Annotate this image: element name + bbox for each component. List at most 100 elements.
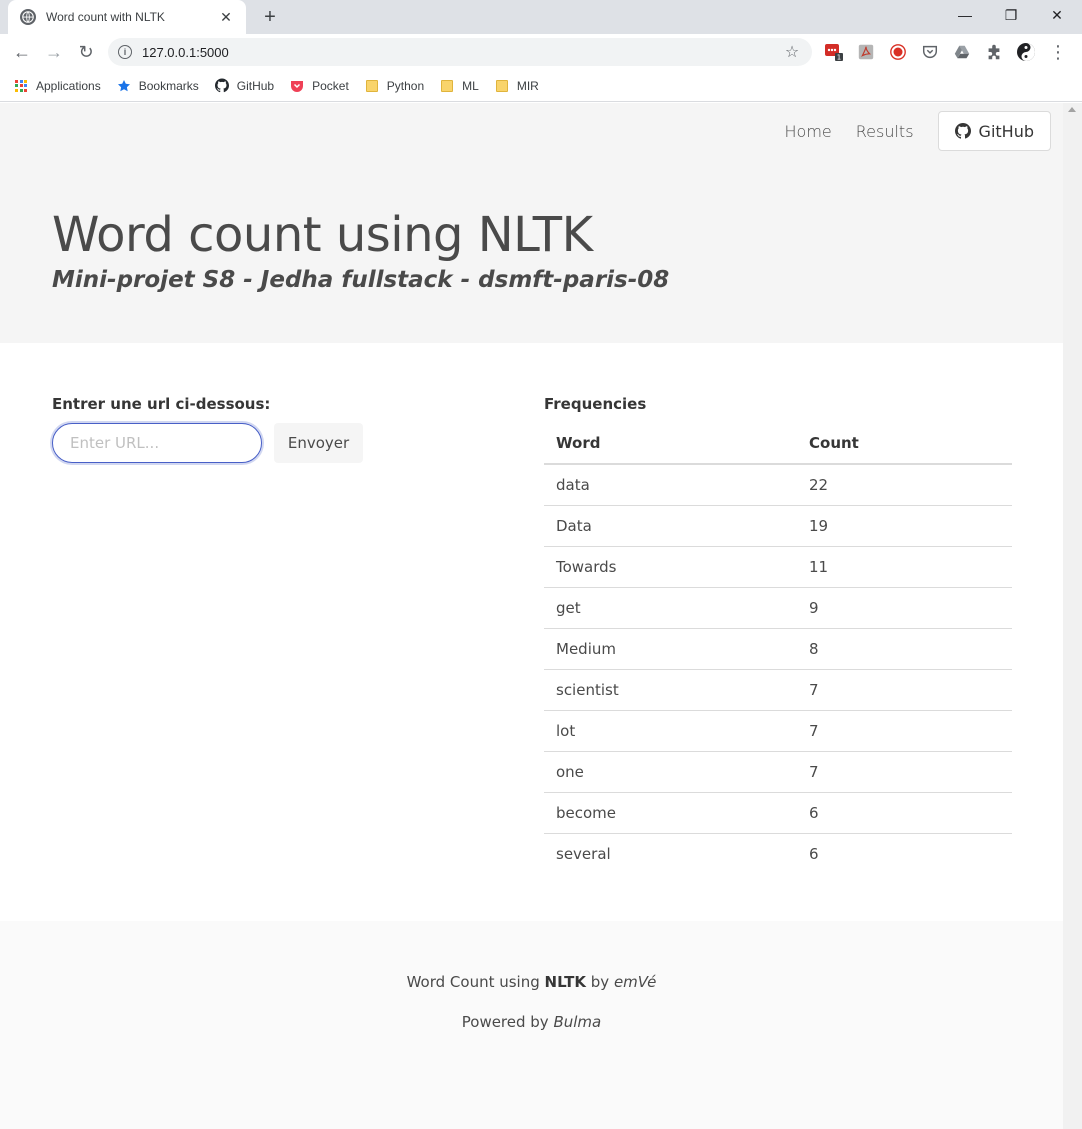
table-row: Medium 8 [544, 628, 1012, 670]
bookmark-folder-ml[interactable]: ML [440, 79, 479, 93]
url-input[interactable] [52, 423, 262, 463]
nav-results-link[interactable]: Results [844, 122, 926, 141]
new-tab-button[interactable]: + [258, 5, 282, 29]
count-cell: 22 [797, 464, 1012, 506]
vertical-scrollbar[interactable] [1063, 103, 1082, 1129]
record-extension-icon[interactable] [888, 42, 908, 62]
page-viewport: Home Results GitHub Word count using NLT… [0, 103, 1063, 1129]
bookmark-label: Pocket [312, 78, 349, 93]
count-cell: 6 [809, 844, 819, 863]
count-cell: 8 [797, 628, 1012, 670]
hero-section: Home Results GitHub Word count using NLT… [0, 103, 1063, 343]
send-button[interactable]: Envoyer [274, 423, 363, 463]
footer-bulma: Bulma [553, 1013, 602, 1031]
table-row: data 22 [544, 464, 1012, 506]
bookmark-label: MIR [516, 78, 539, 93]
back-button[interactable]: ← [10, 40, 34, 64]
table-header-row: Word Count [544, 423, 1012, 465]
page-subtitle: Mini-projet S8 - Jedha fullstack - dsmft… [52, 267, 670, 293]
footer-text: Word Count using [406, 973, 545, 991]
extensions-puzzle-icon[interactable] [984, 42, 1004, 62]
count-cell: 7 [797, 751, 1012, 793]
top-navbar: Home Results GitHub [773, 111, 1051, 151]
profile-avatar-icon[interactable] [1016, 42, 1036, 62]
browser-tabstrip: Word count with NLTK ✕ + — ❐ ✕ [0, 0, 1082, 34]
bookmark-applications[interactable]: Applications [14, 79, 101, 93]
folder-icon [365, 79, 379, 93]
reload-button[interactable]: ↻ [74, 40, 98, 64]
footer-text: by [586, 973, 614, 991]
count-cell: 19 [797, 505, 1012, 547]
pocket-extension-icon[interactable] [920, 42, 940, 62]
star-icon [117, 79, 131, 93]
nav-home-link[interactable]: Home [773, 122, 844, 141]
browser-toolbar: ← → ↻ i 127.0.0.1:5000 ☆ 1 ⋮ [0, 34, 1082, 70]
bookmark-star-icon[interactable]: ☆ [780, 40, 804, 64]
github-icon [214, 78, 229, 93]
url-text[interactable]: 127.0.0.1:5000 [142, 45, 780, 60]
window-close-button[interactable]: ✕ [1034, 0, 1080, 30]
word-cell: get [544, 587, 797, 629]
count-cell: 9 [797, 587, 1012, 629]
word-cell: Medium [544, 628, 797, 670]
bookmark-label: Bookmarks [138, 78, 199, 93]
footer-credit-line: Word Count using NLTK by emVé [0, 973, 1063, 991]
table-row: several 6 [544, 833, 1012, 874]
table-row: scientist 7 [544, 669, 1012, 711]
word-cell: become [544, 792, 797, 834]
footer-nltk: NLTK [544, 973, 587, 991]
word-cell: one [544, 751, 797, 793]
footer-text: Powered by [461, 1013, 554, 1031]
count-cell: 7 [797, 669, 1012, 711]
table-row: one 7 [544, 751, 1012, 793]
browser-menu-icon[interactable]: ⋮ [1046, 40, 1070, 64]
browser-tab[interactable]: Word count with NLTK ✕ [8, 0, 246, 34]
restore-button[interactable]: ❐ [988, 0, 1034, 30]
count-column-header: Count [797, 423, 1012, 465]
word-cell: data [544, 464, 797, 506]
svg-text:1: 1 [837, 54, 841, 62]
info-icon[interactable]: i [118, 45, 132, 59]
page-title: Word count using NLTK [52, 207, 593, 263]
bookmark-label: GitHub [236, 78, 275, 93]
word-cell: scientist [544, 669, 797, 711]
footer-author: emVé [613, 973, 657, 991]
footer-powered-line: Powered by Bulma [0, 1013, 1063, 1031]
apps-grid-icon [14, 79, 28, 93]
globe-icon [20, 9, 36, 25]
github-button[interactable]: GitHub [937, 111, 1051, 151]
word-cell: several [556, 844, 611, 863]
bookmark-pocket[interactable]: Pocket [290, 79, 349, 93]
table-row: become 6 [544, 792, 1012, 834]
lastpass-extension-icon[interactable]: 1 [824, 42, 844, 62]
url-form-label: Entrer une url ci-dessous: [52, 395, 271, 413]
folder-icon [495, 79, 509, 93]
bookmark-label: Applications [36, 78, 101, 93]
scroll-up-arrow-icon[interactable] [1068, 107, 1076, 112]
word-cell: Data [544, 505, 797, 547]
address-bar[interactable]: i 127.0.0.1:5000 ☆ [108, 38, 812, 66]
minimize-button[interactable]: — [942, 0, 988, 30]
bookmark-label: ML [462, 78, 479, 93]
github-icon [954, 123, 971, 139]
drive-extension-icon[interactable] [952, 42, 972, 62]
bookmark-github[interactable]: GitHub [214, 78, 275, 93]
bookmark-bookmarks[interactable]: Bookmarks [117, 79, 199, 93]
forward-button[interactable]: → [42, 40, 66, 64]
folder-icon [440, 79, 454, 93]
word-column-header: Word [544, 423, 797, 465]
word-cell: lot [544, 710, 797, 752]
pdf-extension-icon[interactable] [856, 42, 876, 62]
table-row: lot 7 [544, 710, 1012, 752]
count-cell: 7 [797, 710, 1012, 752]
tab-title: Word count with NLTK [46, 10, 165, 24]
bookmark-folder-python[interactable]: Python [365, 79, 424, 93]
close-tab-icon[interactable]: ✕ [218, 9, 234, 25]
count-cell: 11 [797, 546, 1012, 588]
table-row: Towards 11 [544, 546, 1012, 588]
table-row: get 9 [544, 587, 1012, 629]
pocket-icon [290, 79, 304, 93]
bookmark-folder-mir[interactable]: MIR [495, 79, 539, 93]
github-button-label: GitHub [978, 121, 1034, 141]
word-cell: Towards [544, 546, 797, 588]
